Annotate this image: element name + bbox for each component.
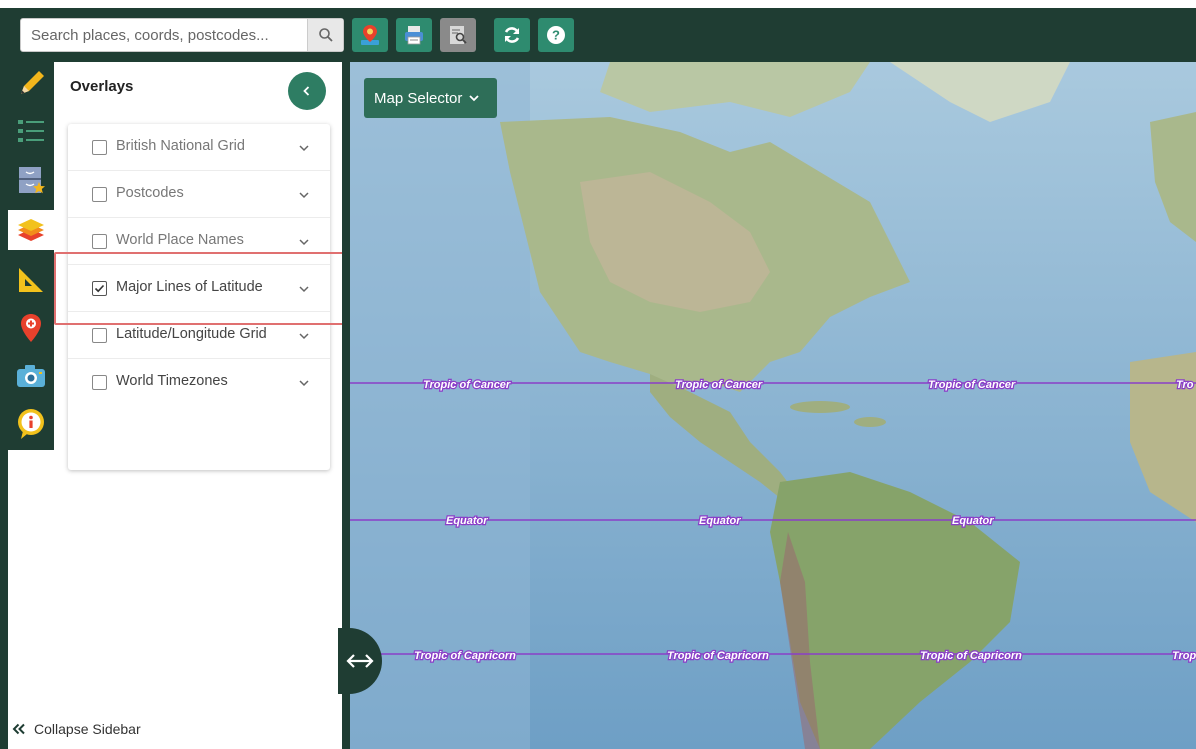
map-canvas[interactable]: Tropic of Cancer Tropic of Cancer Tropic… — [350, 62, 1196, 749]
latitude-label: Tropic of Cancer — [928, 379, 1016, 391]
legend-tool[interactable] — [10, 112, 52, 152]
layers-tool[interactable] — [8, 210, 54, 250]
overlay-checkbox-checked[interactable] — [92, 281, 107, 296]
search-button[interactable] — [307, 19, 343, 51]
overlay-label: Latitude/Longitude Grid — [116, 326, 267, 342]
layers-icon — [18, 219, 44, 241]
latitude-label: Tropic of Cancer — [675, 379, 763, 391]
marker-tool[interactable] — [10, 308, 52, 348]
map-selector-label: Map Selector — [374, 89, 463, 107]
map-selector-button[interactable]: Map Selector — [364, 78, 497, 118]
panel-title: Overlays — [70, 78, 134, 95]
top-edge-gap — [0, 0, 1196, 8]
latitude-label: Tropic of Cancer — [423, 379, 511, 391]
measure-tool[interactable] — [10, 260, 52, 300]
search-icon — [318, 28, 333, 42]
chevron-down-icon[interactable] — [298, 142, 310, 154]
overlay-row[interactable]: World Place Names — [68, 218, 330, 265]
draw-tool[interactable] — [10, 64, 52, 104]
close-panel-button[interactable] — [288, 72, 326, 110]
info-icon — [18, 409, 44, 439]
latitude-label: Tropic of Capricorn — [920, 650, 1022, 662]
chevron-down-icon[interactable] — [298, 283, 310, 295]
print-preview-button[interactable] — [440, 18, 476, 52]
refresh-button[interactable] — [494, 18, 530, 52]
svg-text:?: ? — [552, 28, 560, 43]
latitude-label: Equator — [699, 515, 741, 527]
map-pin-icon — [21, 314, 41, 342]
overlay-label: Major Lines of Latitude — [116, 279, 263, 295]
chevron-down-icon[interactable] — [298, 330, 310, 342]
overlay-label: World Place Names — [116, 232, 244, 248]
latitude-label: Equator — [446, 515, 488, 527]
overlay-checkbox[interactable] — [92, 375, 107, 390]
help-button[interactable]: ? — [538, 18, 574, 52]
map-marker-icon — [361, 25, 379, 45]
add-marker-button[interactable] — [352, 18, 388, 52]
overlays-panel: Overlays British National Grid Postcodes… — [54, 62, 342, 749]
latitude-label: Tropic of Capricorn — [414, 650, 516, 662]
collapse-sidebar-button[interactable]: Collapse Sidebar — [12, 721, 141, 737]
map-image: Tropic of Cancer Tropic of Cancer Tropic… — [350, 62, 1196, 749]
top-toolbar: ? — [8, 8, 1196, 62]
info-tool[interactable] — [10, 404, 52, 444]
search-box — [20, 18, 344, 52]
overlay-row[interactable]: British National Grid — [68, 124, 330, 171]
pencil-icon — [21, 71, 44, 94]
overlay-label: British National Grid — [116, 138, 245, 154]
overlay-label: World Timezones — [116, 373, 228, 389]
overlay-label: Postcodes — [116, 185, 184, 201]
latitude-label: Tro — [1176, 379, 1194, 391]
overlay-row[interactable]: Major Lines of Latitude — [68, 265, 330, 312]
printer-icon — [405, 26, 423, 45]
bookmarks-tool[interactable] — [10, 160, 52, 200]
horizontal-arrows-icon — [346, 654, 374, 668]
print-button[interactable] — [396, 18, 432, 52]
photo-tool[interactable] — [10, 356, 52, 396]
overlay-checkbox[interactable] — [92, 187, 107, 202]
camera-icon — [17, 365, 45, 387]
overlay-checkbox[interactable] — [92, 140, 107, 155]
latitude-label: Equator — [952, 515, 994, 527]
chevron-down-icon — [469, 95, 480, 102]
overlay-row[interactable]: Latitude/Longitude Grid — [68, 312, 330, 359]
left-edge-strip — [0, 0, 8, 749]
overlay-checkbox[interactable] — [92, 328, 107, 343]
overlays-list: British National Grid Postcodes World Pl… — [68, 124, 330, 470]
chevron-down-icon[interactable] — [298, 236, 310, 248]
chevron-left-icon — [303, 86, 310, 96]
overlay-row[interactable]: World Timezones — [68, 359, 330, 406]
bookmarks-icon — [19, 167, 45, 194]
print-preview-icon — [450, 26, 467, 44]
latitude-label: Trop — [1172, 650, 1196, 662]
chevron-down-icon[interactable] — [298, 377, 310, 389]
refresh-icon — [504, 27, 520, 43]
collapse-sidebar-label: Collapse Sidebar — [34, 721, 141, 737]
double-chevron-left-icon — [12, 723, 25, 735]
overlay-checkbox[interactable] — [92, 234, 107, 249]
list-icon — [18, 120, 44, 142]
checkmark-icon — [94, 284, 105, 293]
search-input[interactable] — [31, 19, 301, 51]
tool-rail — [8, 62, 54, 450]
chevron-down-icon[interactable] — [298, 189, 310, 201]
overlay-row[interactable]: Postcodes — [68, 171, 330, 218]
latitude-label: Tropic of Capricorn — [667, 650, 769, 662]
question-icon: ? — [547, 26, 565, 44]
ruler-icon — [19, 268, 43, 292]
